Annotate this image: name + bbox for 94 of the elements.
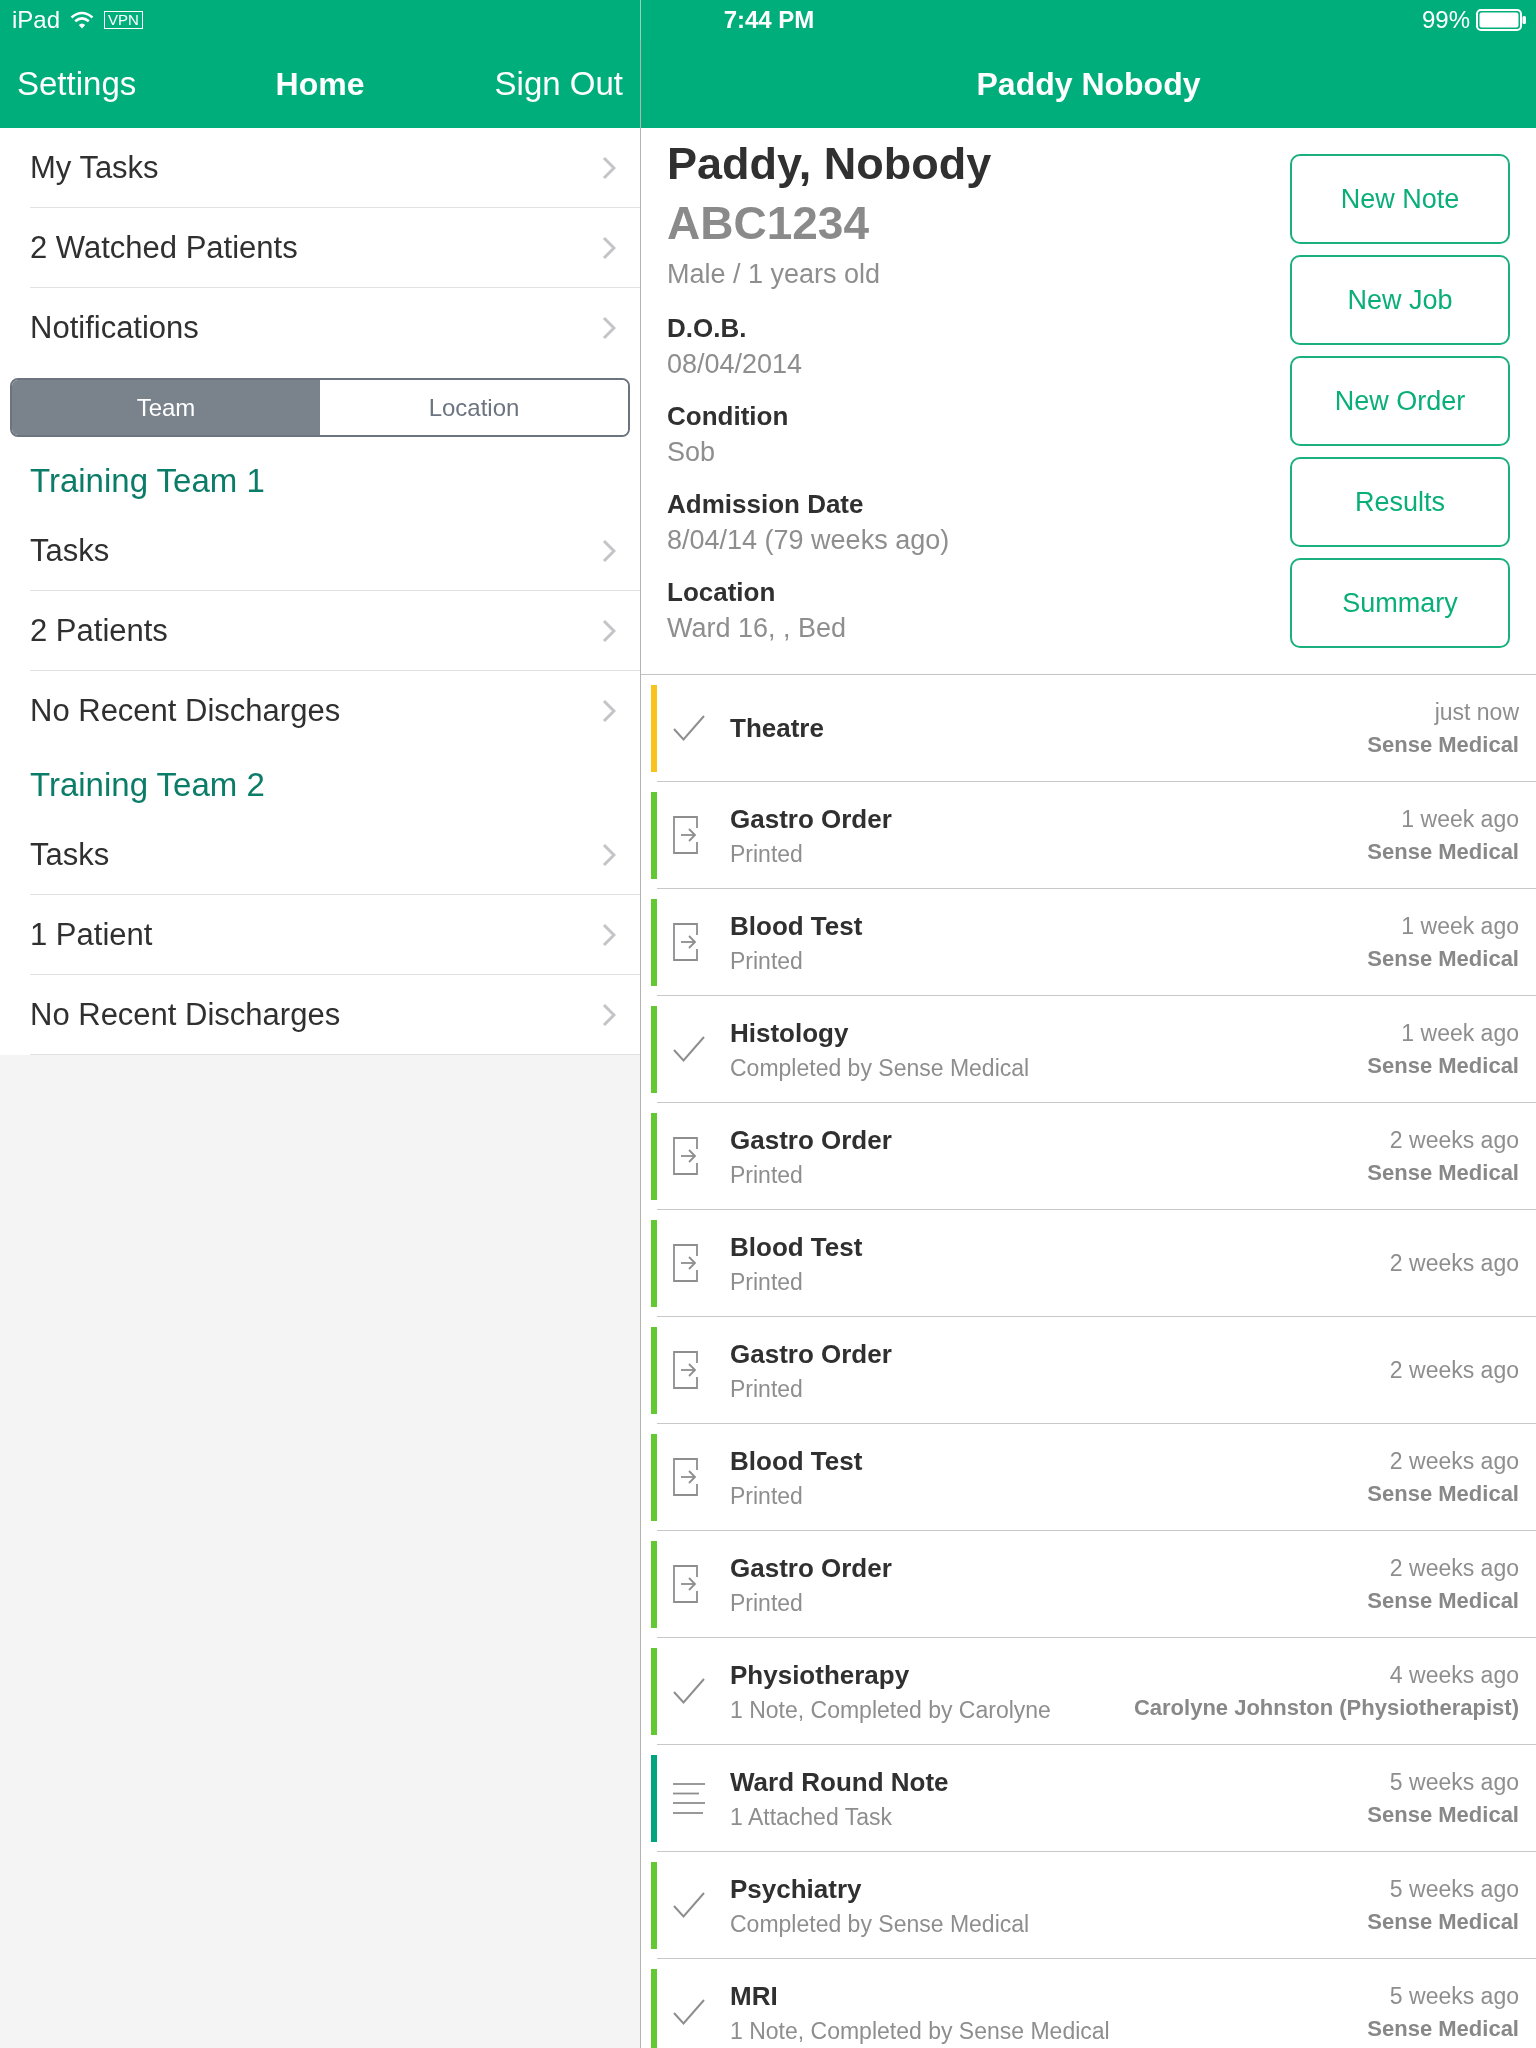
nav-title: Paddy Nobody xyxy=(976,65,1201,104)
entry-title: Gastro Order xyxy=(730,1124,892,1156)
entry-time: 2 weeks ago xyxy=(1389,1356,1519,1384)
check-icon xyxy=(673,715,705,741)
menu-item[interactable]: Tasks xyxy=(30,815,640,895)
entry-title: Gastro Order xyxy=(730,1338,892,1370)
entry-author: Sense Medical xyxy=(1367,1588,1519,1614)
field-label: D.O.B. xyxy=(667,312,747,345)
entry-title: Ward Round Note xyxy=(730,1766,949,1798)
entry-subtitle: Completed by Sense Medical xyxy=(730,1911,1030,1937)
entry-subtitle: Printed xyxy=(730,1162,803,1188)
entry-title: Blood Test xyxy=(730,910,863,942)
menu-item[interactable]: 2 Patients xyxy=(30,591,640,671)
entry-time: 5 weeks ago xyxy=(1389,1982,1519,2010)
status-time: 7:44 PM xyxy=(723,5,815,35)
entry-title: Gastro Order xyxy=(730,803,892,835)
field-value: Sob xyxy=(667,436,716,469)
entry-time: 1 week ago xyxy=(1401,1019,1519,1047)
wifi-icon xyxy=(70,11,95,29)
entry-title: Psychiatry xyxy=(730,1873,862,1905)
nav-title: Home xyxy=(275,65,365,104)
entry-title: Physiotherapy xyxy=(730,1659,910,1691)
entry-author: Sense Medical xyxy=(1367,839,1519,865)
chevron-icon xyxy=(602,922,616,947)
check-icon xyxy=(673,1678,705,1704)
entry-title: Theatre xyxy=(730,712,824,744)
entry-subtitle: Printed xyxy=(730,1590,803,1616)
entry-time: 2 weeks ago xyxy=(1389,1126,1519,1154)
check-icon xyxy=(673,1999,705,2025)
battery-icon xyxy=(1476,9,1526,31)
section-header: Training Team 1 xyxy=(30,462,265,499)
menu-item[interactable]: 1 Patient xyxy=(30,895,640,975)
entry-title: Histology xyxy=(730,1017,849,1049)
entry-subtitle: Printed xyxy=(730,1483,803,1509)
entry-time: 2 weeks ago xyxy=(1389,1249,1519,1277)
entry-subtitle: 1 Note, Completed by Sense Medical xyxy=(730,2018,1110,2044)
entry-subtitle: Printed xyxy=(730,1269,803,1295)
menu-item[interactable]: 2 Watched Patients xyxy=(30,208,640,288)
entry-time: 1 week ago xyxy=(1401,805,1519,833)
entry-author: Sense Medical xyxy=(1367,1481,1519,1507)
entry-time: 4 weeks ago xyxy=(1389,1661,1519,1689)
patient-summary: Male / 1 years old xyxy=(667,258,881,291)
vpn-indicator: VPN xyxy=(104,11,143,29)
chevron-icon xyxy=(602,699,616,723)
chevron-icon xyxy=(602,1002,616,1027)
entry-title: Blood Test xyxy=(730,1231,863,1263)
entry-author: Sense Medical xyxy=(1367,1160,1519,1186)
chevron-icon xyxy=(602,538,616,563)
field-value: 8/04/14 (79 weeks ago) xyxy=(667,524,950,557)
device-name: iPad xyxy=(12,5,61,35)
patient-name: Paddy, Nobody xyxy=(667,137,992,191)
entry-title: Blood Test xyxy=(730,1445,863,1477)
entry-time: 2 weeks ago xyxy=(1389,1554,1519,1582)
entry-author: Sense Medical xyxy=(1367,2016,1519,2042)
field-value: Ward 16, , Bed xyxy=(667,612,847,645)
entry-author: Sense Medical xyxy=(1367,1053,1519,1079)
entry-author: Sense Medical xyxy=(1367,946,1519,972)
section-header: Training Team 2 xyxy=(30,766,265,803)
entry-time: 5 weeks ago xyxy=(1389,1875,1519,1903)
entry-title: Gastro Order xyxy=(730,1552,892,1584)
battery-percent: 99% xyxy=(1421,5,1470,35)
patient-id: ABC1234 xyxy=(667,196,869,251)
entry-subtitle: Printed xyxy=(730,1376,803,1402)
text-lines-icon xyxy=(673,1782,705,1814)
field-label: Condition xyxy=(667,400,789,433)
check-icon xyxy=(673,1036,705,1062)
field-value: 08/04/2014 xyxy=(667,348,803,381)
entry-time: 2 weeks ago xyxy=(1389,1447,1519,1475)
entry-time: 1 week ago xyxy=(1401,912,1519,940)
entry-time: 5 weeks ago xyxy=(1389,1768,1519,1796)
entry-time: just now xyxy=(1434,698,1519,726)
menu-item[interactable]: No Recent Discharges xyxy=(30,671,640,751)
entry-subtitle: Printed xyxy=(730,948,803,974)
segment-tab[interactable]: Team xyxy=(12,380,320,435)
chevron-icon xyxy=(602,155,616,180)
entry-title: MRI xyxy=(730,1980,778,2012)
chevron-icon xyxy=(602,235,616,260)
menu-item[interactable]: Notifications xyxy=(30,288,640,368)
entry-subtitle: 1 Note, Completed by Carolyne xyxy=(730,1697,1051,1723)
chevron-icon xyxy=(602,618,616,643)
entry-author: Sense Medical xyxy=(1367,1909,1519,1935)
entry-subtitle: Completed by Sense Medical xyxy=(730,1055,1030,1081)
entry-subtitle: Printed xyxy=(730,841,803,867)
entry-author: Carolyne Johnston (Physiotherapist) xyxy=(1133,1695,1519,1721)
field-label: Admission Date xyxy=(667,488,864,521)
chevron-icon xyxy=(602,842,616,867)
chevron-icon xyxy=(602,316,616,340)
menu-item[interactable]: Tasks xyxy=(30,511,640,591)
entry-author: Sense Medical xyxy=(1367,732,1519,758)
check-icon xyxy=(673,1892,705,1918)
menu-item[interactable]: My Tasks xyxy=(30,128,640,208)
field-label: Location xyxy=(667,576,776,609)
entry-author: Sense Medical xyxy=(1367,1802,1519,1828)
entry-subtitle: 1 Attached Task xyxy=(730,1804,892,1830)
